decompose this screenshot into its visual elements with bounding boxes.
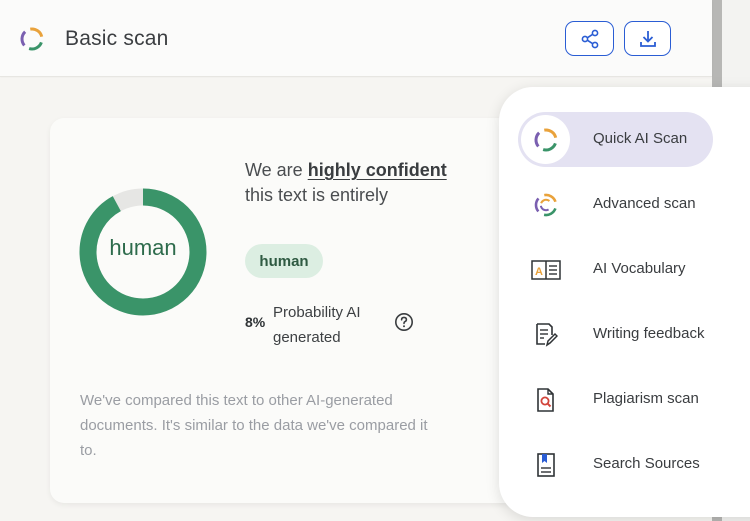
advanced-scan-icon [534, 193, 557, 216]
comparison-note: We've compared this text to other AI-gen… [80, 392, 428, 459]
menu-icon-wrap [521, 180, 570, 229]
probability-label: Probability AI generated [273, 304, 361, 346]
share-icon [581, 29, 598, 48]
plagiarism-icon [536, 387, 554, 412]
menu-item-search-sources[interactable]: Search Sources [518, 437, 713, 492]
menu-icon-wrap [521, 310, 570, 359]
menu-icon-wrap [521, 440, 570, 489]
vocabulary-icon: A [530, 259, 561, 280]
menu-icon-wrap: A [521, 245, 570, 294]
page-title: Basic scan [65, 27, 169, 50]
donut-label: human [109, 235, 177, 260]
search-sources-icon [536, 452, 555, 477]
menu-item-ai-vocabulary[interactable]: A AI Vocabulary [518, 242, 713, 297]
probability-value: 8% [245, 314, 266, 330]
menu-item-label: Writing feedback [593, 325, 705, 342]
statement-prefix: We are [245, 160, 308, 180]
tools-menu: Quick AI Scan Advanced scan A AI Vocabul… [499, 87, 750, 517]
statement-emphasis: highly confident [307, 160, 447, 180]
download-button[interactable] [624, 21, 671, 56]
menu-item-writing-feedback[interactable]: Writing feedback [518, 307, 713, 362]
classification-badge: human [245, 244, 323, 278]
help-icon[interactable] [394, 312, 414, 332]
menu-icon-wrap [521, 115, 570, 164]
result-card: human We are highly confident this text … [50, 118, 520, 503]
menu-item-label: Search Sources [593, 455, 700, 472]
top-header: Basic scan [0, 0, 712, 77]
menu-icon-wrap [521, 375, 570, 424]
app-logo-icon [20, 27, 44, 51]
menu-item-label: Quick AI Scan [593, 130, 688, 147]
menu-item-advanced-scan[interactable]: Advanced scan [518, 177, 713, 232]
menu-item-plagiarism-scan[interactable]: Plagiarism scan [518, 372, 713, 427]
confidence-statement: We are highly confident this text is ent… [245, 158, 475, 208]
svg-text:A: A [535, 266, 543, 278]
writing-feedback-icon [535, 322, 558, 347]
menu-item-label: Advanced scan [593, 195, 696, 212]
quick-scan-icon [534, 128, 557, 151]
statement-suffix: this text is entirely [245, 185, 389, 205]
share-button[interactable] [565, 21, 614, 56]
download-icon [639, 30, 656, 47]
menu-item-quick-ai-scan[interactable]: Quick AI Scan [518, 112, 713, 167]
menu-item-label: Plagiarism scan [593, 390, 699, 407]
menu-item-label: AI Vocabulary [593, 260, 686, 277]
